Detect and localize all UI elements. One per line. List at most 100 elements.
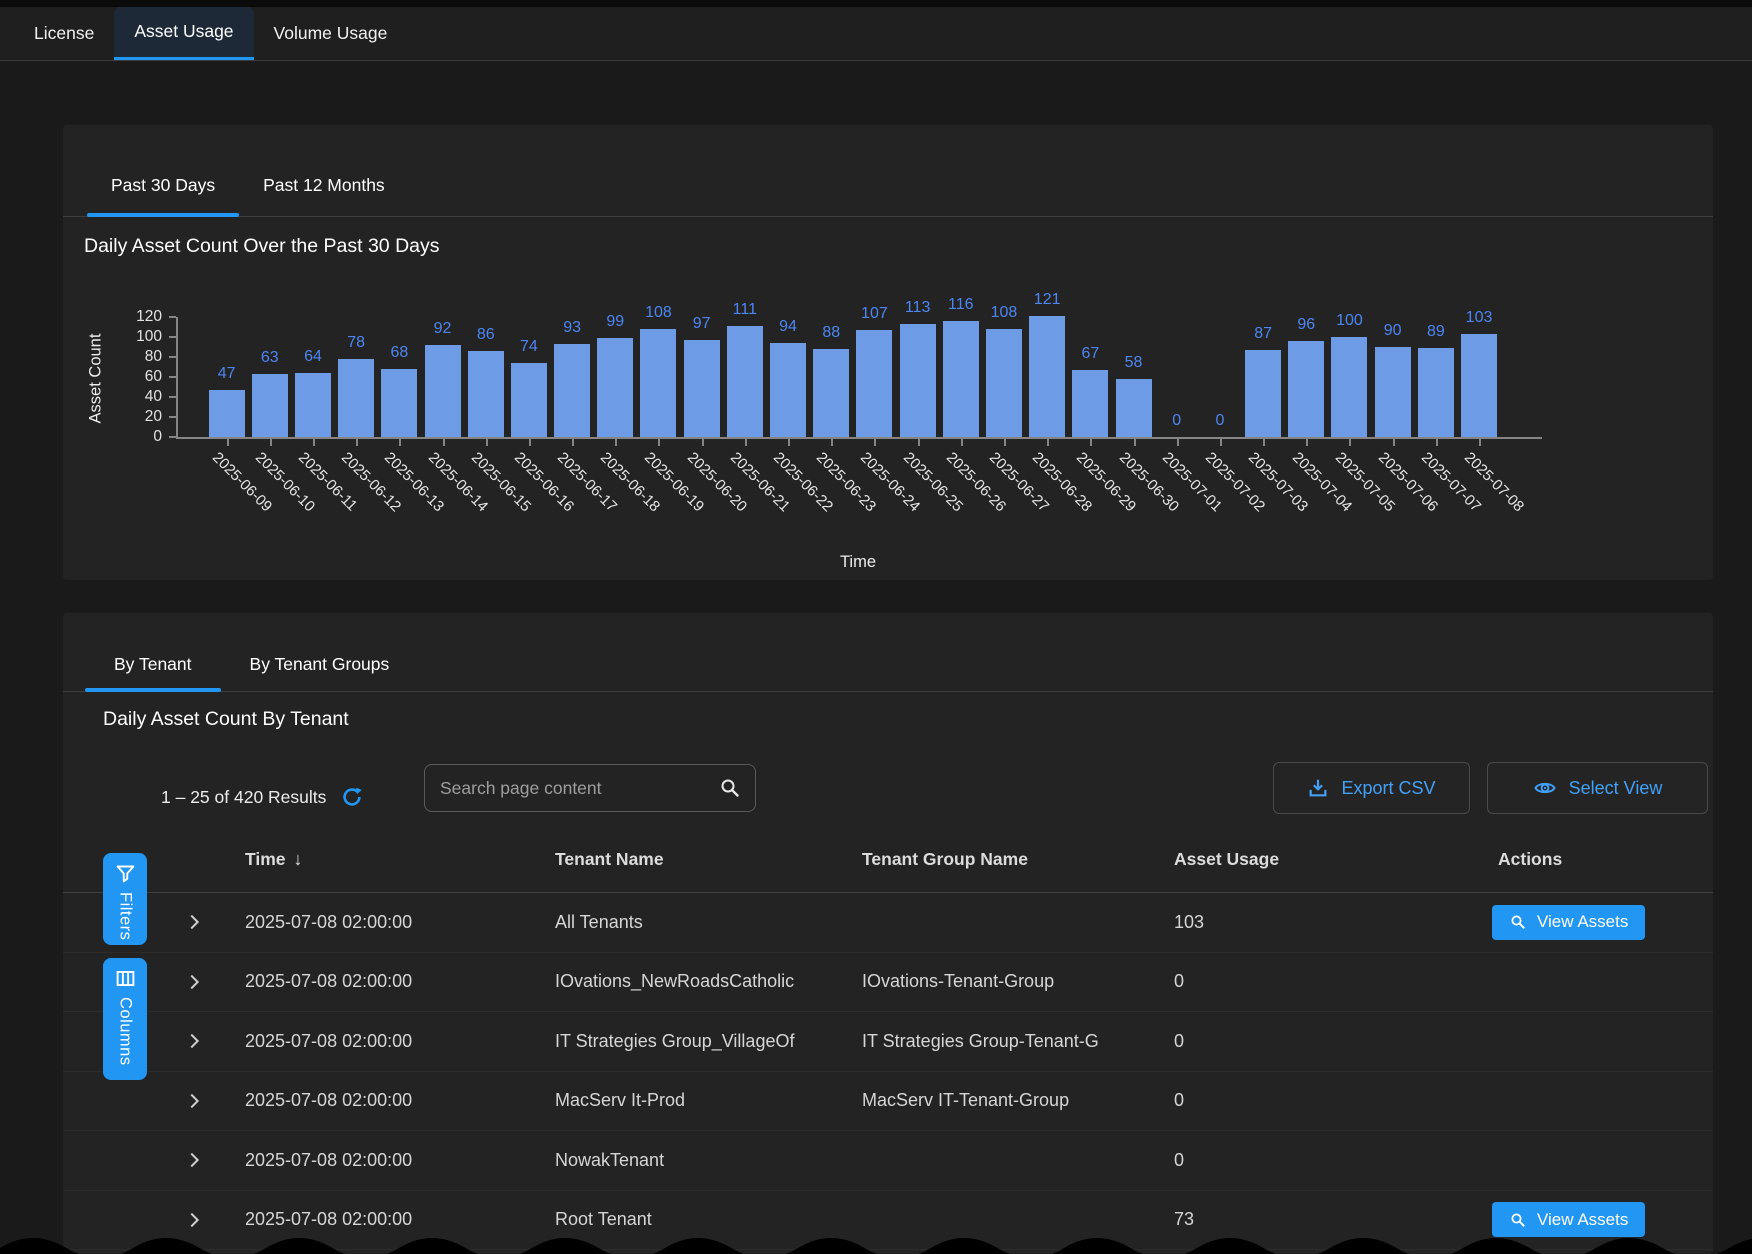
row-asset-usage: 0 — [1174, 1090, 1498, 1111]
bar — [597, 338, 633, 437]
bar — [770, 343, 806, 437]
bar-value-label: 74 — [520, 338, 538, 356]
bar-slot: 116 — [939, 317, 982, 437]
bar-slot: 47 — [205, 317, 248, 437]
tab-license[interactable]: License — [14, 6, 114, 60]
bar-value-label: 58 — [1125, 354, 1143, 372]
bar — [727, 326, 763, 437]
columns-icon — [115, 968, 136, 989]
search-icon[interactable] — [718, 776, 742, 800]
bar — [813, 349, 849, 437]
bar — [209, 390, 245, 437]
asset-count-table-card: By Tenant By Tenant Groups Daily Asset C… — [63, 613, 1713, 1254]
y-tick-label: 0 — [110, 428, 162, 446]
bar — [1418, 348, 1454, 437]
expand-row-chevron[interactable] — [183, 911, 245, 933]
select-view-button[interactable]: Select View — [1487, 762, 1708, 814]
bar-value-label: 108 — [645, 304, 672, 322]
tab-past-12-months[interactable]: Past 12 Months — [239, 175, 409, 216]
y-tick-label: 40 — [110, 388, 162, 406]
tab-by-tenant-groups[interactable]: By Tenant Groups — [221, 654, 419, 691]
tab-volume-usage[interactable]: Volume Usage — [254, 6, 408, 60]
expand-row-chevron[interactable] — [183, 1090, 245, 1112]
bar-slot: 87 — [1242, 317, 1285, 437]
bar — [425, 345, 461, 437]
bar — [856, 330, 892, 437]
bar — [943, 321, 979, 437]
download-icon — [1307, 777, 1329, 799]
columns-label: Columns — [116, 997, 135, 1066]
table-body: 2025-07-08 02:00:00 All Tenants 103 View… — [63, 893, 1713, 1250]
expand-row-chevron[interactable] — [183, 971, 245, 993]
bar-value-label: 0 — [1215, 412, 1224, 430]
column-header-actions: Actions — [1498, 849, 1675, 870]
y-tick-label: 20 — [110, 408, 162, 426]
bar — [381, 369, 417, 437]
table-title: Daily Asset Count By Tenant — [103, 708, 349, 731]
bar-value-label: 0 — [1172, 412, 1181, 430]
tab-asset-usage[interactable]: Asset Usage — [114, 6, 253, 60]
bar-value-label: 93 — [563, 319, 581, 337]
y-tick-mark — [169, 316, 176, 318]
y-tick-label: 80 — [110, 348, 162, 366]
bar-value-label: 90 — [1384, 322, 1402, 340]
asset-usage-chart-card: Past 30 Days Past 12 Months Daily Asset … — [63, 125, 1713, 580]
columns-button[interactable]: Columns — [103, 958, 147, 1080]
row-tenant-group-name: MacServ IT-Tenant-Group — [862, 1090, 1174, 1111]
row-tenant-name: IT Strategies Group_VillageOf — [555, 1031, 862, 1052]
expand-row-chevron[interactable] — [183, 1030, 245, 1052]
bar — [295, 373, 331, 437]
bar — [1375, 347, 1411, 437]
column-header-tenant-group-name[interactable]: Tenant Group Name — [862, 849, 1174, 870]
bar-value-label: 121 — [1034, 291, 1061, 309]
bar-chart-plot: 4763647868928674939910897111948810711311… — [176, 317, 1542, 439]
results-summary: 1 – 25 of 420 Results — [161, 785, 364, 809]
row-asset-usage: 0 — [1174, 971, 1498, 992]
bar-value-label: 78 — [347, 334, 365, 352]
bar — [900, 324, 936, 437]
bar — [684, 340, 720, 437]
bar-value-label: 107 — [861, 305, 888, 323]
main-tab-bar: License Asset Usage Volume Usage — [0, 0, 1752, 61]
chevron-right-icon — [183, 1149, 205, 1171]
bar-slot: 88 — [810, 317, 853, 437]
bar — [1331, 337, 1367, 437]
row-time: 2025-07-08 02:00:00 — [245, 971, 555, 992]
row-tenant-name: MacServ It-Prod — [555, 1090, 862, 1111]
row-asset-usage: 0 — [1174, 1150, 1498, 1171]
chevron-right-icon — [183, 1030, 205, 1052]
expand-row-chevron[interactable] — [183, 1149, 245, 1171]
filter-funnel-icon — [115, 863, 136, 884]
column-header-tenant-name[interactable]: Tenant Name — [555, 849, 862, 870]
column-header-asset-usage[interactable]: Asset Usage — [1174, 849, 1498, 870]
bar-slot: 86 — [464, 317, 507, 437]
bar-slot: 111 — [723, 317, 766, 437]
tab-past-30-days[interactable]: Past 30 Days — [87, 175, 239, 216]
refresh-icon[interactable] — [340, 785, 364, 809]
row-tenant-group-name: IT Strategies Group-Tenant-G — [862, 1031, 1174, 1052]
bar-value-label: 67 — [1081, 345, 1099, 363]
bar — [986, 329, 1022, 437]
bar-slot: 68 — [378, 317, 421, 437]
view-assets-button[interactable]: View Assets — [1492, 905, 1645, 940]
bar-value-label: 111 — [733, 301, 757, 319]
bar-value-label: 113 — [905, 299, 931, 317]
table-row: 2025-07-08 02:00:00 IT Strategies Group_… — [63, 1012, 1713, 1072]
search-input[interactable] — [438, 777, 718, 800]
y-tick-mark — [169, 336, 176, 338]
row-asset-usage: 103 — [1174, 912, 1498, 933]
bar-slot: 92 — [421, 317, 464, 437]
column-header-time[interactable]: Time ↓ — [245, 849, 555, 870]
export-csv-button[interactable]: Export CSV — [1273, 762, 1470, 814]
bar — [640, 329, 676, 437]
bar-value-label: 86 — [477, 326, 495, 344]
bar-value-label: 103 — [1466, 309, 1493, 327]
eye-icon — [1533, 776, 1557, 800]
tab-by-tenant[interactable]: By Tenant — [85, 654, 221, 691]
filters-button[interactable]: Filters — [103, 853, 147, 945]
bar-slot: 67 — [1069, 317, 1112, 437]
bar — [1072, 370, 1108, 437]
bar-slot: 64 — [291, 317, 334, 437]
bar-slot: 121 — [1026, 317, 1069, 437]
bar-slot: 99 — [594, 317, 637, 437]
